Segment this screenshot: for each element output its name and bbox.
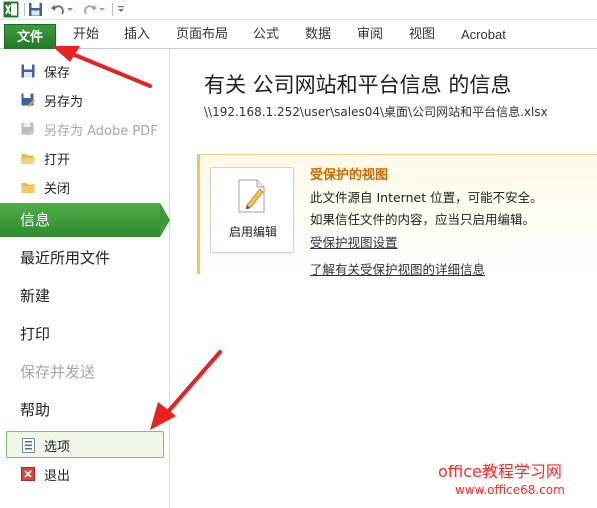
nav-save[interactable]: 保存 xyxy=(0,57,168,85)
pdf-icon xyxy=(20,121,36,137)
protected-view-learn-more-link[interactable]: 了解有关受保护视图的详细信息 xyxy=(310,259,485,278)
undo-icon[interactable] xyxy=(50,2,66,17)
nav-exit-label: 退出 xyxy=(44,468,71,484)
tab-insert[interactable]: 插入 xyxy=(124,26,150,44)
nav-close[interactable]: 关闭 xyxy=(0,173,168,201)
quick-access-toolbar xyxy=(0,0,597,20)
tab-formulas[interactable]: 公式 xyxy=(253,26,279,44)
toolbar-separator xyxy=(24,3,25,16)
backstage-nav: 保存 另存为 另存为 Adobe PDF 打开 关闭 信息 最近所用文件 新建 … xyxy=(0,49,170,508)
document-edit-icon xyxy=(238,179,265,213)
page-title: 有关 公司网站和平台信息 的信息 xyxy=(204,73,512,97)
nav-new[interactable]: 新建 xyxy=(0,279,168,313)
tab-data[interactable]: 数据 xyxy=(305,26,331,44)
nav-save-as[interactable]: 另存为 xyxy=(0,86,168,114)
save-as-icon xyxy=(20,92,36,108)
redo-icon[interactable] xyxy=(82,2,98,17)
tab-file[interactable]: 文件 xyxy=(4,24,56,49)
nav-save-label: 保存 xyxy=(44,65,71,81)
nav-open[interactable]: 打开 xyxy=(0,144,168,172)
tab-home[interactable]: 开始 xyxy=(73,26,99,44)
nav-open-label: 打开 xyxy=(44,152,71,168)
nav-print[interactable]: 打印 xyxy=(0,317,168,351)
nav-save-send: 保存并发送 xyxy=(20,363,96,381)
nav-save-as-label: 另存为 xyxy=(44,94,84,110)
floppy-icon xyxy=(20,63,36,79)
file-path: \\192.168.1.252\user\sales04\桌面\公司网站和平台信… xyxy=(204,105,548,119)
protected-view-title: 受保护的视图 xyxy=(310,168,389,183)
nav-help[interactable]: 帮助 xyxy=(0,393,168,427)
tab-view[interactable]: 视图 xyxy=(409,26,435,44)
redo-dropdown-icon[interactable] xyxy=(98,2,106,17)
ribbon-tab-bar: 文件 开始 插入 页面布局 公式 数据 审阅 视图 Acrobat xyxy=(0,20,597,49)
enable-editing-button[interactable]: 启用编辑 xyxy=(210,167,294,253)
watermark-url: www.office68.com xyxy=(455,483,565,497)
nav-info[interactable]: 信息 xyxy=(0,203,160,237)
nav-save-as-pdf: 另存为 Adobe PDF xyxy=(0,115,168,143)
options-icon xyxy=(20,437,36,453)
nav-recent[interactable]: 最近所用文件 xyxy=(0,241,168,275)
folder-close-icon xyxy=(20,179,36,195)
tab-review[interactable]: 审阅 xyxy=(357,26,383,44)
protected-view-settings-link[interactable]: 受保护视图设置 xyxy=(310,232,398,251)
exit-icon xyxy=(20,466,36,482)
customize-toolbar-icon[interactable] xyxy=(116,2,126,17)
toolbar-separator xyxy=(112,3,113,16)
protected-view-advice: 如果信任文件的内容，应当只启用编辑。 xyxy=(310,212,536,227)
undo-dropdown-icon[interactable] xyxy=(66,2,74,17)
nav-options[interactable]: 选项 xyxy=(0,431,168,459)
nav-close-label: 关闭 xyxy=(44,181,71,197)
info-pane: 有关 公司网站和平台信息 的信息 \\192.168.1.252\user\sa… xyxy=(171,49,597,508)
enable-editing-label: 启用编辑 xyxy=(228,225,277,239)
nav-exit[interactable]: 退出 xyxy=(0,460,168,488)
nav-save-as-pdf-label: 另存为 Adobe PDF xyxy=(44,123,158,139)
tab-acrobat[interactable]: Acrobat xyxy=(461,26,506,44)
folder-open-icon xyxy=(20,150,36,166)
protected-view-section: 启用编辑 受保护的视图 此文件源自 Internet 位置，可能不安全。 如果信… xyxy=(197,154,597,277)
excel-backstage-window: 文件 开始 插入 页面布局 公式 数据 审阅 视图 Acrobat 保存 另存为… xyxy=(0,0,597,508)
tab-page-layout[interactable]: 页面布局 xyxy=(176,26,228,44)
protected-view-warning: 此文件源自 Internet 位置，可能不安全。 xyxy=(310,190,543,205)
excel-icon[interactable] xyxy=(3,1,19,18)
save-icon[interactable] xyxy=(28,2,44,17)
nav-options-label: 选项 xyxy=(44,439,71,455)
nav-selected-pointer xyxy=(160,203,170,237)
watermark-title: office教程学习网 xyxy=(438,462,562,481)
